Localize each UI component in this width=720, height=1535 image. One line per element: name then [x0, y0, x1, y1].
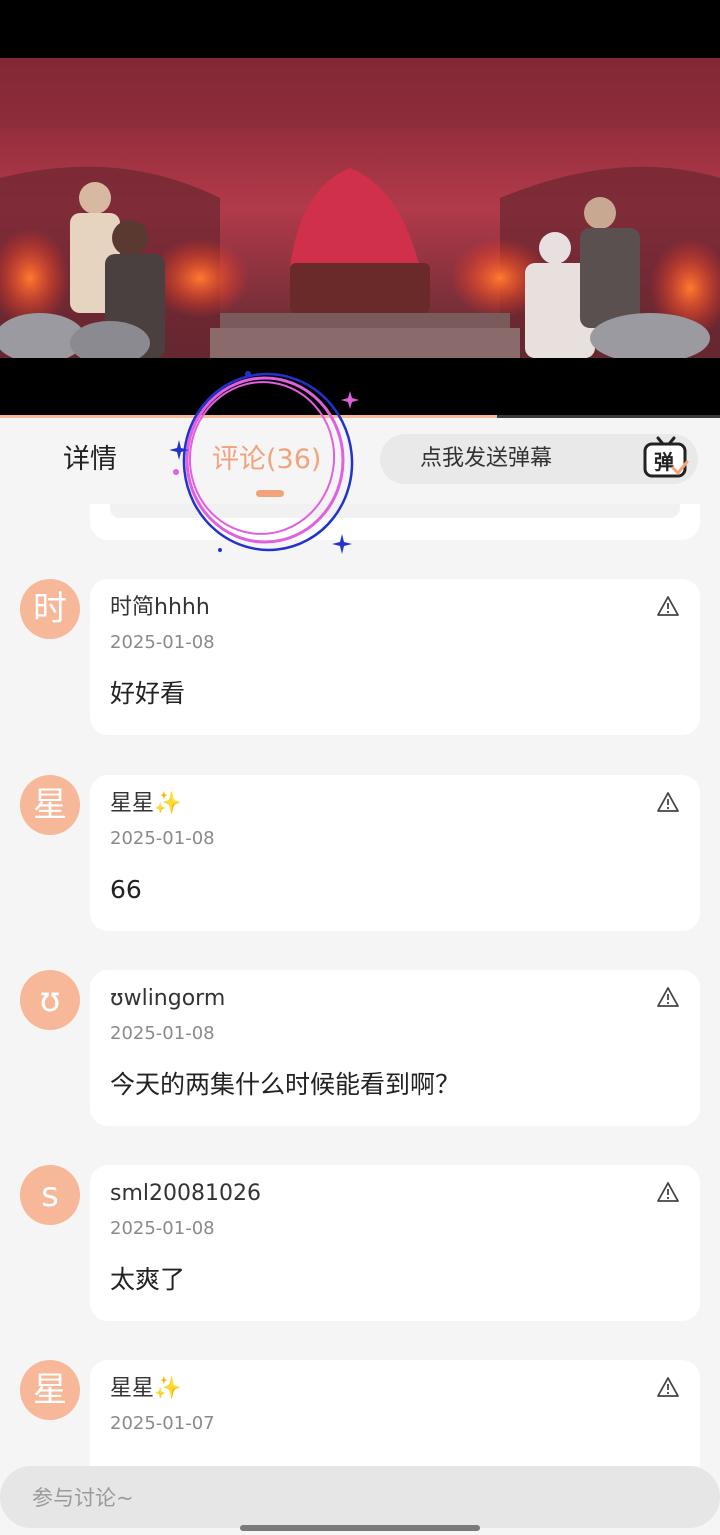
- warning-triangle-icon[interactable]: [656, 1181, 680, 1203]
- comment-feed[interactable]: 时 时简hhhh 2025-01-08 好好看 星 星星✨ 2025-01-08…: [0, 504, 720, 1466]
- avatar[interactable]: 星: [20, 1360, 80, 1420]
- warning-triangle-icon[interactable]: [656, 986, 680, 1008]
- danmaku-tv-icon[interactable]: 弹: [642, 434, 690, 482]
- comment-text: 今天的两集什么时候能看到啊？: [110, 1070, 461, 1099]
- partial-reply-box: [110, 504, 680, 518]
- danmaku-icon-char: 弹: [654, 450, 674, 474]
- comment-bubble[interactable]: ʊwlingorm 2025-01-08 今天的两集什么时候能看到啊？: [90, 970, 700, 1126]
- comment-date: 2025-01-08: [110, 828, 215, 849]
- comment-text: 66: [110, 875, 142, 904]
- comment-username[interactable]: 星星✨: [110, 789, 181, 819]
- avatar[interactable]: s: [20, 1165, 80, 1225]
- comment-bubble[interactable]: sml20081026 2025-01-08 太爽了: [90, 1165, 700, 1321]
- comment-bubble[interactable]: 星星✨ 2025-01-08 66: [90, 775, 700, 931]
- video-player[interactable]: [0, 58, 720, 358]
- partial-comment-card: [90, 504, 700, 540]
- home-indicator[interactable]: [240, 1525, 480, 1531]
- comment-item: s sml20081026 2025-01-08 太爽了: [0, 1165, 720, 1321]
- warning-triangle-icon[interactable]: [656, 595, 680, 617]
- danmaku-placeholder: 点我发送弹幕: [420, 446, 553, 471]
- video-controls-area: [0, 358, 720, 418]
- comment-bubble[interactable]: 星星✨ 2025-01-07: [90, 1360, 700, 1466]
- tab-comments[interactable]: 评论(36): [212, 442, 321, 478]
- video-frame: [0, 58, 720, 358]
- active-tab-indicator: [256, 490, 284, 497]
- comment-item: 星 星星✨ 2025-01-07: [0, 1360, 720, 1466]
- tab-bar: 详情 评论(36) 点我发送弹幕 弹: [0, 418, 720, 504]
- comment-bubble[interactable]: 时简hhhh 2025-01-08 好好看: [90, 579, 700, 735]
- comment-username[interactable]: 时简hhhh: [110, 593, 210, 623]
- comment-username[interactable]: sml20081026: [110, 1179, 261, 1209]
- comment-date: 2025-01-08: [110, 632, 215, 653]
- comment-username[interactable]: 星星✨: [110, 1374, 181, 1404]
- comment-text: 太爽了: [110, 1265, 186, 1294]
- warning-triangle-icon[interactable]: [656, 791, 680, 813]
- discussion-input-bar[interactable]: [0, 1466, 720, 1528]
- status-bar: [0, 0, 720, 58]
- warning-triangle-icon[interactable]: [656, 1376, 680, 1398]
- comment-text: 好好看: [110, 679, 186, 708]
- discussion-input[interactable]: [30, 1480, 634, 1516]
- tab-details[interactable]: 详情: [63, 442, 117, 478]
- comment-date: 2025-01-08: [110, 1218, 215, 1239]
- comment-item: 时 时简hhhh 2025-01-08 好好看: [0, 579, 720, 735]
- danmaku-send-field[interactable]: 点我发送弹幕 弹: [380, 434, 698, 484]
- avatar[interactable]: 星: [20, 775, 80, 835]
- comment-item: ʊ ʊwlingorm 2025-01-08 今天的两集什么时候能看到啊？: [0, 970, 720, 1126]
- avatar[interactable]: 时: [20, 579, 80, 639]
- comment-username[interactable]: ʊwlingorm: [110, 984, 225, 1014]
- comment-date: 2025-01-08: [110, 1023, 215, 1044]
- comment-item: 星 星星✨ 2025-01-08 66: [0, 775, 720, 931]
- avatar[interactable]: ʊ: [20, 970, 80, 1030]
- comment-date: 2025-01-07: [110, 1413, 215, 1434]
